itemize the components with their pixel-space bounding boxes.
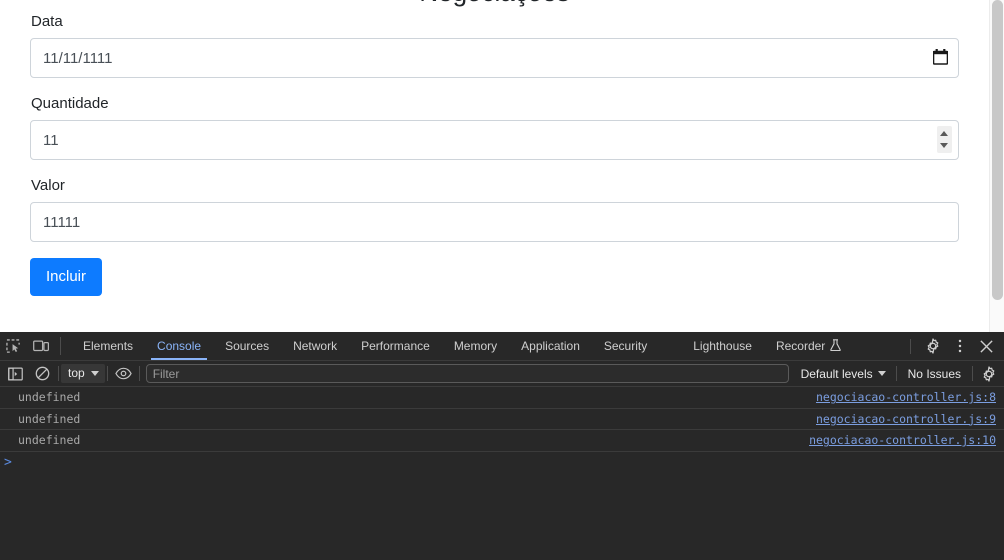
tab-sources[interactable]: Sources [213,332,281,360]
log-levels-label: Default levels [800,366,873,381]
toolbar-divider-1 [58,366,59,381]
label-data: Data [31,13,63,30]
tab-network-label: Network [293,339,338,353]
tab-recorder[interactable]: Recorder [764,332,853,360]
page-viewport: Negociações Data [0,0,989,332]
form-group-valor: Valor [30,176,959,242]
eye-icon[interactable] [110,367,137,380]
tab-console[interactable]: Console [145,332,213,360]
tab-application[interactable]: Application [509,332,592,360]
tab-performance[interactable]: Performance [349,332,442,360]
quantity-input[interactable] [30,120,959,160]
tab-sources-label: Sources [225,339,270,353]
tabbar-right-divider [910,338,911,354]
chevron-down-icon [90,370,99,376]
incluir-button[interactable]: Incluir [30,258,103,296]
console-toolbar: top Default levels No Issues [0,361,1004,387]
value-input[interactable] [30,202,959,242]
negotiation-form: Data 11/11/1111 Quantidade 11 Valor 1111… [0,12,989,296]
toolbar-divider-5 [972,366,973,381]
console-filter-input[interactable] [145,364,789,383]
toolbar-divider-2 [106,366,108,381]
date-input[interactable] [30,38,959,78]
tab-elements-label: Elements [83,339,134,353]
tab-memory-label: Memory [453,339,498,353]
input-shell-data [30,38,959,78]
console-sidebar-icon[interactable] [2,367,29,381]
issues-button[interactable]: No Issues [899,367,970,381]
tab-application-label: Application [521,339,580,353]
label-quantidade: Quantidade [31,95,109,112]
form-group-quantidade: Quantidade [30,94,959,160]
tab-lighthouse[interactable]: Lighthouse [681,332,764,360]
tab-lighthouse-label: Lighthouse [693,339,752,353]
page-scrollbar[interactable] [989,0,1004,332]
devtools-panel: Elements Console Sources Network Perform… [0,332,1004,560]
tab-console-label: Console [157,339,202,353]
console-message-row[interactable]: undefined negociacao-controller.js:10 [0,430,1004,452]
devtools-tab-list: Elements Console Sources Network Perform… [71,332,853,360]
devtools-tabbar-right [906,332,1004,360]
tab-performance-label: Performance [361,339,430,353]
console-source-link[interactable]: negociacao-controller.js:9 [816,412,996,426]
execution-context-label: top [68,366,85,380]
console-input-prompt[interactable]: > [0,452,1004,473]
input-shell-quantidade [30,120,959,160]
toolbar-divider-4 [895,366,897,381]
tab-security-label: Security [603,339,648,353]
input-shell-valor [30,202,959,242]
toolbar-divider-3 [138,366,140,381]
inspect-element-icon[interactable] [0,332,27,360]
more-options-icon[interactable] [946,338,973,354]
tab-elements[interactable]: Elements [71,332,145,360]
console-messages: undefined negociacao-controller.js:8 und… [0,387,1004,560]
label-valor: Valor [31,177,65,194]
issues-settings-icon[interactable] [975,365,1002,382]
console-source-link[interactable]: negociacao-controller.js:10 [809,433,996,447]
devtools-tabbar: Elements Console Sources Network Perform… [0,332,1004,361]
prompt-caret-icon: > [4,454,12,470]
form-group-data: Data [30,12,959,78]
console-source-link[interactable]: negociacao-controller.js:8 [816,390,996,404]
tab-memory[interactable]: Memory [442,332,509,360]
console-message-text: undefined [18,411,81,426]
tab-recorder-label: Recorder [775,339,826,353]
close-devtools-icon[interactable] [973,339,1000,354]
browser-page-content: Negociações Data [0,0,1004,332]
page-scrollbar-thumb[interactable] [992,0,1003,300]
log-levels-select[interactable]: Default levels [793,367,894,381]
tab-security[interactable]: Security [592,332,659,360]
console-message-text: undefined [18,433,81,448]
page-title: Negociações [0,0,989,12]
clear-console-icon[interactable] [29,366,56,381]
chevron-down-icon [877,371,886,376]
settings-gear-icon[interactable] [919,338,946,354]
console-message-row[interactable]: undefined negociacao-controller.js:8 [0,387,1004,409]
execution-context-select[interactable]: top [61,364,105,383]
device-toolbar-icon[interactable] [27,332,54,360]
tab-network[interactable]: Network [281,332,349,360]
console-message-text: undefined [18,390,81,405]
console-message-row[interactable]: undefined negociacao-controller.js:9 [0,409,1004,430]
flask-icon [830,338,842,354]
tabbar-divider [60,337,61,355]
